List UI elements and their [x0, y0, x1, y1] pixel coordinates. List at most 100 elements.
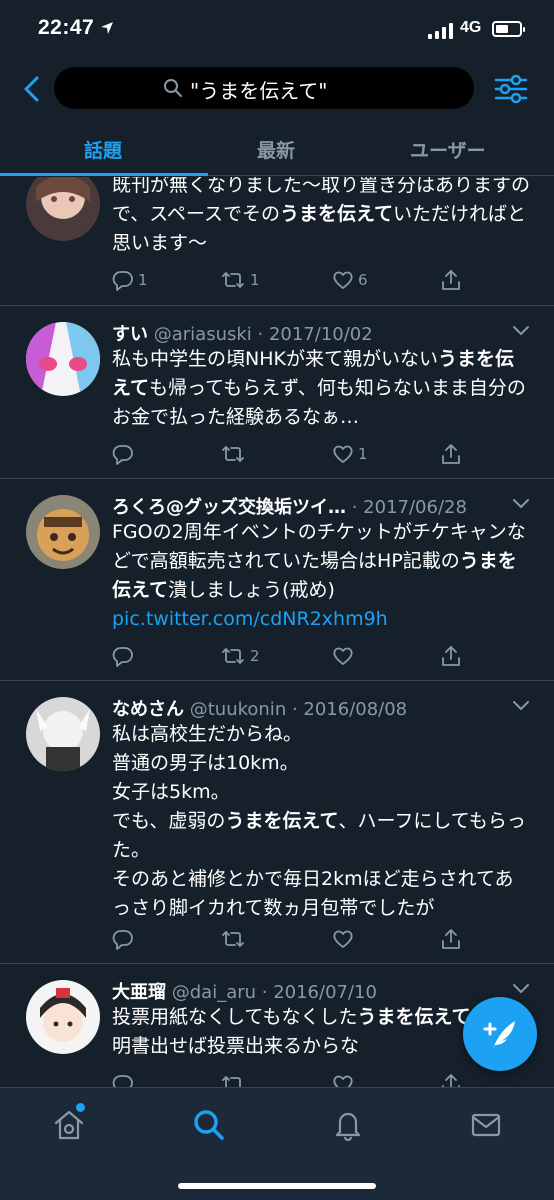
avatar[interactable] — [26, 322, 100, 396]
tweet-timeline[interactable]: 既刊が無くなりました〜取り置き分はありますので、スペースでそのうまを伝えていただ… — [0, 177, 554, 1087]
tab-latest[interactable]: 最新 — [257, 136, 295, 163]
author-name[interactable]: なめさん — [112, 699, 184, 720]
tweet-text-before: 私も中学生の頃NHKが来て親がいない — [112, 348, 438, 370]
tweet-text: 私も中学生の頃NHKが来て親がいないうまを伝えても帰ってもらえず、何も知らないま… — [112, 345, 532, 432]
author-name[interactable]: 大亜瑠 — [112, 982, 166, 1003]
network-type: 4G — [460, 19, 482, 36]
like-button[interactable]: 6 — [332, 268, 368, 292]
search-bar[interactable]: "うまを伝えて" — [54, 67, 474, 109]
reply-count: 1 — [138, 271, 148, 289]
avatar[interactable] — [26, 177, 100, 241]
like-icon — [333, 930, 353, 948]
like-button[interactable] — [332, 927, 358, 951]
reply-button[interactable] — [112, 1072, 138, 1087]
retweet-icon — [222, 648, 244, 664]
retweet-button[interactable] — [220, 927, 250, 951]
tweet-header: すい @ariasuski · 2017/10/02 — [112, 320, 502, 346]
tweet-header: ろくろ@グッズ交換垢ツイ… · 2017/06/28 — [112, 493, 502, 519]
reply-icon — [112, 1075, 133, 1087]
tweet-text-after: も帰ってもらえず、何も知らないまま自分のお金で払った経験あるなぁ… — [112, 377, 526, 428]
tweet-item[interactable]: 既刊が無くなりました〜取り置き分はありますので、スペースでそのうまを伝えていただ… — [0, 177, 554, 306]
back-arrow-icon[interactable] — [18, 74, 48, 104]
author-handle: @dai_aru · 2016/07/10 — [171, 982, 377, 1003]
tab-top[interactable]: 話題 — [84, 136, 122, 163]
retweet-button[interactable]: 1 — [220, 268, 260, 292]
compose-button[interactable] — [463, 997, 537, 1071]
tweet-item[interactable]: なめさん @tuukonin · 2016/08/08 私は高校生だからね。 普… — [0, 681, 554, 964]
home-icon[interactable] — [52, 1108, 86, 1142]
tweet-actions — [112, 927, 472, 951]
reply-button[interactable]: 1 — [112, 268, 148, 292]
retweet-icon — [222, 446, 244, 462]
search-query[interactable]: "うまを伝えて" — [190, 75, 327, 104]
like-button[interactable]: 1 — [332, 442, 368, 466]
reply-icon — [112, 271, 133, 291]
like-icon — [333, 271, 353, 289]
new-content-dot — [76, 1103, 85, 1112]
tweet-actions — [112, 1072, 472, 1087]
tweet-actions: 2 — [112, 644, 472, 668]
share-icon — [442, 646, 460, 666]
reply-button[interactable] — [112, 644, 138, 668]
tweet-text: 私は高校生だからね。 普通の男子は10km。 女子は5km。 でも、虚弱のうまを… — [112, 720, 532, 923]
reply-button[interactable] — [112, 927, 138, 951]
share-button[interactable] — [440, 644, 462, 668]
reply-icon — [112, 930, 133, 950]
like-icon — [333, 445, 353, 463]
reply-button[interactable] — [112, 442, 138, 466]
avatar[interactable] — [26, 697, 100, 771]
share-icon — [442, 444, 460, 464]
status-time: 22:47 — [38, 16, 95, 39]
chevron-down-icon[interactable] — [512, 497, 530, 509]
retweet-count: 2 — [250, 647, 260, 665]
like-count: 1 — [358, 445, 368, 463]
search-highlight: うまを伝えて — [357, 1006, 471, 1028]
notifications-icon[interactable] — [331, 1108, 365, 1142]
chevron-down-icon[interactable] — [512, 982, 530, 994]
reply-icon — [112, 445, 133, 465]
chevron-down-icon[interactable] — [512, 324, 530, 336]
like-button[interactable] — [332, 644, 358, 668]
tweet-text-before: 投票用紙なくしてもなくした — [112, 1006, 358, 1028]
retweet-icon — [222, 1076, 241, 1087]
retweet-button[interactable]: 2 — [220, 644, 260, 668]
share-icon — [442, 1074, 460, 1087]
like-button[interactable] — [332, 1072, 358, 1087]
author-handle: @tuukonin · 2016/08/08 — [189, 699, 408, 720]
search-tabs: 話題 最新 ユーザー — [0, 120, 554, 176]
tweet-header: なめさん @tuukonin · 2016/08/08 — [112, 695, 502, 721]
retweet-icon — [222, 272, 244, 288]
author-name[interactable]: ろくろ@グッズ交換垢ツイ… — [112, 497, 346, 518]
tweet-item[interactable]: ろくろ@グッズ交換垢ツイ… · 2017/06/28 FGOの2周年イベントのチ… — [0, 479, 554, 681]
messages-icon[interactable] — [469, 1108, 503, 1142]
avatar[interactable] — [26, 495, 100, 569]
share-button[interactable] — [440, 1072, 462, 1087]
home-indicator — [178, 1183, 376, 1189]
share-button[interactable] — [440, 442, 462, 466]
active-tab-indicator — [0, 173, 208, 176]
like-icon — [333, 647, 353, 665]
filter-icon[interactable] — [494, 73, 528, 105]
share-button[interactable] — [440, 927, 462, 951]
tweet-link[interactable]: pic.twitter.com/cdNR2xhm9h — [112, 608, 388, 630]
author-handle: @ariasuski · 2017/10/02 — [153, 324, 373, 345]
retweet-count: 1 — [250, 271, 260, 289]
tweet-actions: 1 1 6 — [112, 268, 472, 292]
tweet-item[interactable]: すい @ariasuski · 2017/10/02 私も中学生の頃NHKが来て… — [0, 306, 554, 479]
search-icon[interactable] — [192, 1108, 226, 1142]
retweet-button[interactable] — [220, 1072, 250, 1087]
share-button[interactable] — [440, 268, 462, 292]
reply-icon — [112, 647, 133, 667]
tweet-header: 大亜瑠 @dai_aru · 2016/07/10 — [112, 978, 502, 1004]
share-icon — [442, 270, 460, 290]
tab-users[interactable]: ユーザー — [410, 136, 486, 163]
retweet-icon — [222, 931, 244, 947]
retweet-button[interactable] — [220, 442, 250, 466]
author-handle: · 2017/06/28 — [351, 497, 467, 518]
author-name[interactable]: すい — [112, 324, 148, 345]
chevron-down-icon[interactable] — [512, 699, 530, 711]
battery-icon — [492, 21, 525, 37]
compose-icon — [483, 1021, 515, 1049]
like-count: 6 — [358, 271, 368, 289]
avatar[interactable] — [26, 980, 100, 1054]
